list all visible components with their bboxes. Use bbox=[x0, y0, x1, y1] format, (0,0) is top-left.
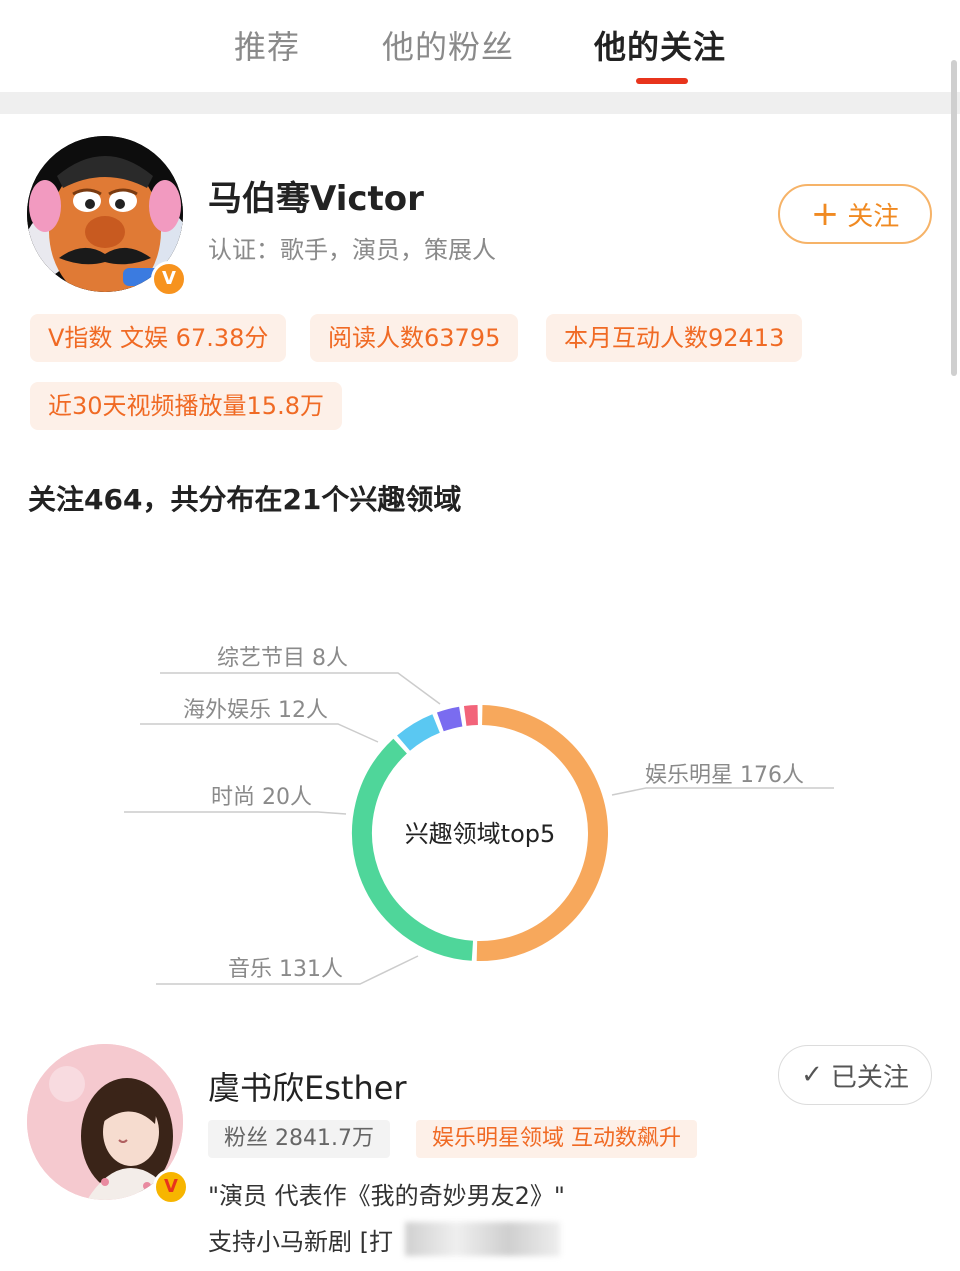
tab-his-following[interactable]: 他的关注 bbox=[594, 22, 726, 68]
tag-video-plays[interactable]: 近30天视频播放量15.8万 bbox=[30, 382, 342, 430]
slice-label-1: 音乐 131人 bbox=[228, 957, 343, 982]
donut-slice-1[interactable] bbox=[352, 738, 474, 961]
trend-tag: 娱乐明星领域 互动数飙升 bbox=[416, 1120, 697, 1158]
plus-icon: + bbox=[810, 194, 840, 234]
chart-center-title: 兴趣领域top5 bbox=[405, 820, 556, 848]
tab-his-fans[interactable]: 他的粉丝 bbox=[382, 22, 514, 68]
tab-recommend[interactable]: 推荐 bbox=[234, 22, 300, 68]
tag-interactions[interactable]: 本月互动人数92413 bbox=[546, 314, 803, 362]
verified-badge-icon: V bbox=[153, 1169, 189, 1205]
scrollbar[interactable] bbox=[951, 60, 957, 376]
slice-leader-line-3 bbox=[140, 723, 379, 743]
profile-name[interactable]: 马伯骞Victor bbox=[208, 171, 424, 220]
section-divider bbox=[0, 92, 960, 114]
slice-label-2: 时尚 20人 bbox=[211, 785, 312, 810]
follow-button[interactable]: + 关注 bbox=[778, 184, 932, 244]
slice-label-4: 综艺节目 8人 bbox=[217, 646, 348, 671]
tag-readers[interactable]: 阅读人数63795 bbox=[310, 314, 519, 362]
verification-text: 认证：歌手，演员，策展人 bbox=[208, 236, 496, 264]
tag-v-index[interactable]: V指数 文娱 67.38分 bbox=[30, 314, 287, 362]
donut-slice-2[interactable] bbox=[397, 714, 441, 751]
verified-badge-letter: V bbox=[164, 1176, 178, 1197]
tab-bar: 推荐 他的粉丝 他的关注 bbox=[0, 0, 960, 92]
followed-button[interactable]: ✓ 已关注 bbox=[778, 1045, 932, 1105]
slice-leader-line-2 bbox=[124, 811, 347, 815]
checkmark-icon: ✓ bbox=[801, 1060, 823, 1090]
slice-leader-line-0 bbox=[611, 787, 834, 796]
donut-slice-3[interactable] bbox=[436, 706, 463, 732]
active-tab-indicator bbox=[636, 78, 688, 84]
user-name[interactable]: 虞书欣Esther bbox=[208, 1063, 407, 1109]
follow-button-label: 关注 bbox=[847, 201, 900, 232]
user-description: "演员 代表作《我的奇妙男友2》" bbox=[208, 1182, 565, 1210]
donut-chart-svg: 娱乐明星 176人音乐 131人 时尚 20人 海外娱乐 12人 综艺节目 8人兴趣领… bbox=[124, 646, 834, 985]
followed-button-label: 已关注 bbox=[830, 1062, 909, 1093]
user-post-preview: 支持小马新剧 [打 bbox=[208, 1228, 393, 1256]
interest-summary: 关注464，共分布在21个兴趣领域 bbox=[28, 483, 462, 516]
donut-slice-4[interactable] bbox=[463, 705, 479, 726]
fans-count: 粉丝 2841.7万 bbox=[208, 1120, 390, 1158]
verified-badge-icon: V bbox=[151, 261, 187, 297]
slice-label-0: 娱乐明星 176人 bbox=[645, 763, 804, 788]
blurred-text bbox=[405, 1222, 560, 1256]
interest-donut-chart: 娱乐明星 176人音乐 131人 时尚 20人 海外娱乐 12人 综艺节目 8人兴趣领… bbox=[0, 600, 960, 1020]
slice-label-3: 海外娱乐 12人 bbox=[183, 698, 328, 723]
